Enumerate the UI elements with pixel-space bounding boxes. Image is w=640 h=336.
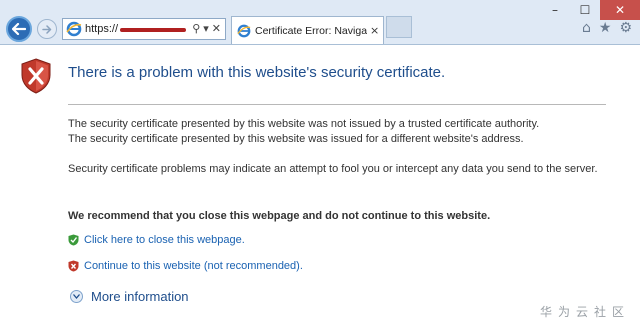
ie-logo-icon (66, 21, 82, 37)
redaction-mark (120, 28, 187, 32)
divider (68, 104, 606, 105)
arrow-left-icon (12, 23, 26, 35)
continue-option[interactable]: Continue to this website (not recommende… (68, 260, 303, 272)
arrow-right-icon (42, 24, 52, 34)
tab-title: Certificate Error: Navigation... (255, 24, 367, 37)
more-information-toggle[interactable]: More information (70, 289, 189, 304)
browser-toolbar: – ☐ ✕ https:// ⚲ ▾ ✕ Certificate Error: … (0, 0, 640, 45)
close-page-option[interactable]: Click here to close this webpage. (68, 234, 245, 246)
certificate-reasons: The security certificate presented by th… (68, 117, 539, 147)
continue-link[interactable]: Continue to this website (not recommende… (84, 260, 303, 272)
watermark: 华为云社区 (539, 305, 630, 319)
reason-address-mismatch: The security certificate presented by th… (68, 133, 524, 145)
favorites-icon[interactable]: ★ (599, 20, 612, 36)
address-bar[interactable]: https:// ⚲ ▾ ✕ (62, 18, 226, 40)
more-information-label: More information (91, 289, 189, 304)
warning-paragraph: Security certificate problems may indica… (68, 163, 598, 175)
new-tab-button[interactable] (386, 16, 412, 38)
shield-error-icon (21, 58, 51, 94)
stop-icon[interactable]: ✕ (212, 22, 221, 35)
gear-icon[interactable]: ⚙ (619, 20, 632, 36)
home-icon[interactable]: ⌂ (582, 20, 591, 36)
address-tools: ⚲ ▾ ✕ (192, 22, 221, 35)
shield-check-icon (68, 234, 79, 246)
minimize-button[interactable]: – (540, 0, 570, 20)
page-title: There is a problem with this website's s… (68, 64, 446, 81)
reason-untrusted-authority: The security certificate presented by th… (68, 118, 540, 130)
chevron-down-icon (70, 290, 83, 303)
address-url: https:// (85, 23, 119, 35)
close-page-link[interactable]: Click here to close this webpage. (84, 234, 245, 246)
search-icon[interactable]: ⚲ (192, 22, 200, 35)
chevron-down-icon[interactable]: ▾ (203, 22, 209, 35)
ie-logo-icon (237, 24, 251, 37)
tab-certificate-error[interactable]: Certificate Error: Navigation... × (231, 16, 384, 44)
shield-x-icon (68, 260, 79, 272)
maximize-button[interactable]: ☐ (570, 0, 600, 20)
recommendation-text: We recommend that you close this webpage… (68, 210, 491, 222)
forward-button[interactable] (37, 19, 57, 39)
close-window-button[interactable]: ✕ (600, 0, 640, 20)
toolbar-icons: ⌂ ★ ⚙ (582, 20, 632, 36)
window-controls: – ☐ ✕ (540, 0, 640, 20)
tab-close-icon[interactable]: × (370, 24, 379, 37)
back-button[interactable] (6, 16, 32, 42)
